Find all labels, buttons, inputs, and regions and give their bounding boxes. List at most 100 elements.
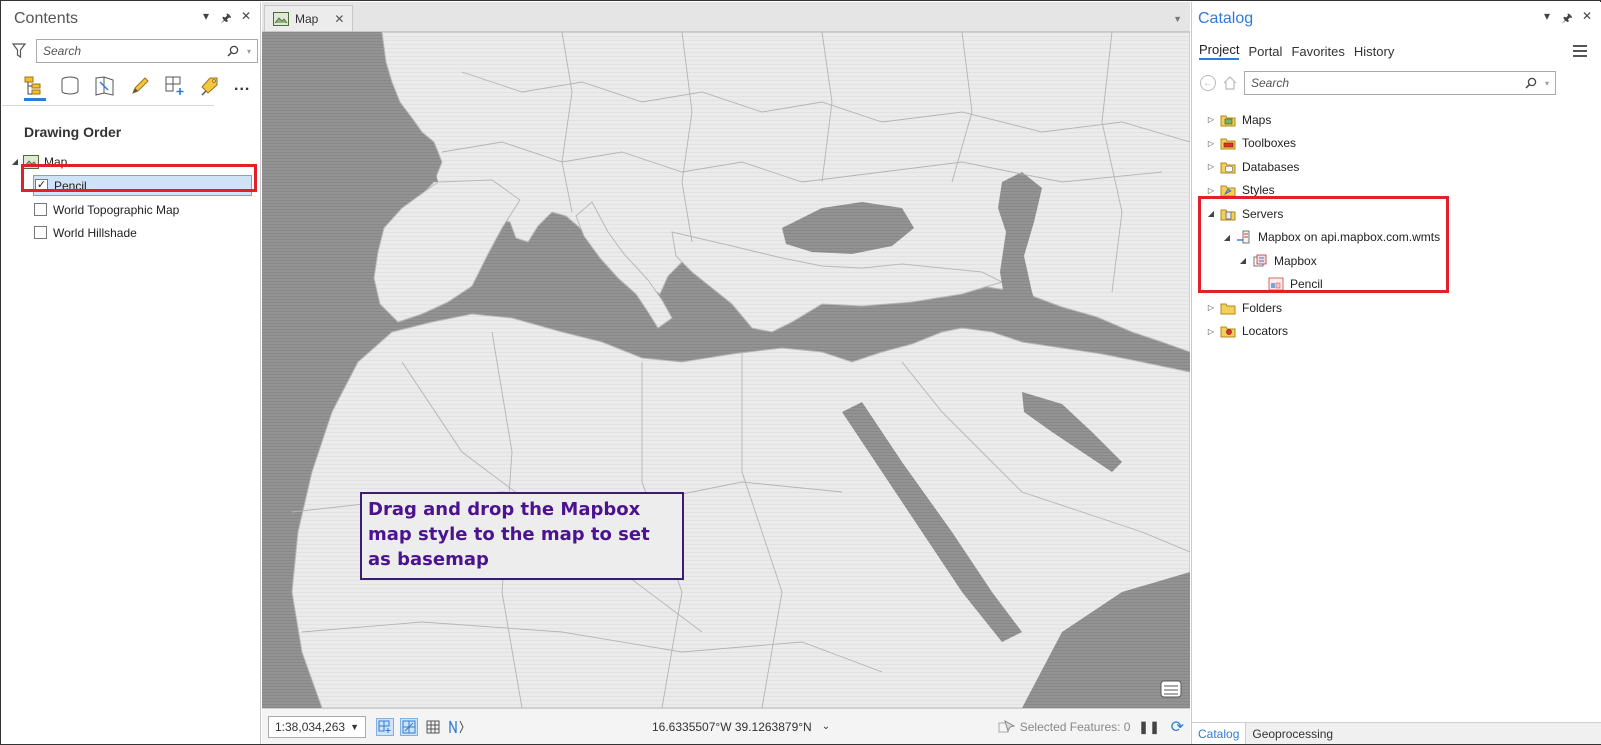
selection-features-icon	[998, 719, 1016, 732]
catalog-item-folders[interactable]: ▷ Folders	[1192, 296, 1601, 320]
tab-catalog[interactable]: Catalog	[1192, 723, 1247, 744]
expand-arrow-icon[interactable]: ▷	[1202, 162, 1220, 171]
contents-header: Contents ▾ 🖈︎ ✕	[2, 2, 260, 36]
expand-arrow-icon[interactable]: ▷	[1202, 139, 1220, 148]
tab-favorites[interactable]: Favorites	[1291, 44, 1344, 59]
hamburger-menu-icon[interactable]	[1573, 42, 1587, 60]
catalog-item-toolboxes[interactable]: ▷ Toolboxes	[1192, 132, 1601, 156]
maps-folder-icon	[1220, 115, 1236, 127]
filter-icon[interactable]	[12, 43, 26, 59]
selected-features[interactable]: Selected Features: 0	[998, 719, 1131, 734]
pin-icon[interactable]: 🖈︎	[1561, 9, 1573, 30]
list-by-editing-button[interactable]	[129, 74, 151, 98]
selected-features-label: Selected Features: 0	[1019, 719, 1131, 734]
tab-map-label: Map	[295, 11, 319, 26]
search-icon[interactable]	[227, 45, 239, 57]
search-options-icon[interactable]: ▾	[247, 47, 251, 56]
refresh-icon[interactable]: ⟳	[1171, 717, 1184, 737]
grid-snap-toggle[interactable]	[400, 717, 418, 736]
pencil-icon	[132, 76, 149, 94]
list-by-drawing-order-button[interactable]	[24, 71, 46, 101]
expand-arrow-icon[interactable]: ▷	[1202, 303, 1220, 312]
instruction-callout: Drag and drop the Mapbox map style to th…	[360, 492, 684, 580]
catalog-search-box[interactable]: ▾	[1244, 71, 1556, 95]
pane-bottom-tabs: Catalog Geoprocessing	[1192, 722, 1601, 744]
more-tools-button[interactable]: ...	[234, 74, 250, 98]
north-arrow-icon	[449, 720, 464, 733]
tab-history[interactable]: History	[1354, 44, 1394, 59]
catalog-item-label: Databases	[1242, 159, 1300, 174]
map-canvas[interactable]: Drag and drop the Mapbox map style to th…	[262, 32, 1190, 708]
folder-icon	[1220, 303, 1236, 315]
back-icon[interactable]: ←	[1200, 75, 1216, 91]
coordinate-readout[interactable]: 16.6335507°W 39.1263879°N ⌄	[652, 720, 830, 734]
expand-arrow-icon[interactable]: ◢	[10, 157, 20, 166]
search-icon[interactable]	[1525, 77, 1537, 89]
tab-project[interactable]: Project	[1199, 42, 1240, 60]
snapping-icon	[165, 76, 184, 95]
chevron-down-icon[interactable]: ⌄	[822, 721, 830, 732]
pause-drawing-button[interactable]: ❚❚	[1138, 720, 1160, 734]
more-tools-label: ...	[234, 76, 251, 94]
layer-row-world-hillshade[interactable]: World Hillshade	[2, 221, 260, 244]
catalog-title: Catalog	[1198, 10, 1254, 27]
contents-pane: Contents ▾ 🖈︎ ✕ ▾	[2, 2, 261, 744]
expand-arrow-icon[interactable]: ▷	[1202, 115, 1220, 124]
tab-map[interactable]: Map ✕	[264, 5, 354, 31]
highlight-box-servers	[1198, 196, 1449, 293]
map-status-bar: 1:38,034,263 ▼ 16.6335507°W 39.1263879°N	[262, 708, 1190, 744]
contents-search-input[interactable]	[43, 44, 227, 58]
close-icon[interactable]: ✕	[240, 9, 252, 30]
snapping-icon	[378, 720, 391, 733]
catalog-item-locators[interactable]: ▷ Locators	[1192, 320, 1601, 344]
tab-geoprocessing[interactable]: Geoprocessing	[1246, 723, 1339, 744]
database-icon	[61, 76, 79, 95]
snapping-toggle[interactable]	[376, 717, 394, 736]
list-by-snapping-button[interactable]	[164, 74, 186, 98]
catalog-header: Catalog ▾ 🖈︎ ✕	[1192, 2, 1601, 36]
scale-value: 1:38,034,263	[275, 719, 346, 734]
tab-list-icon[interactable]: ▼	[1173, 14, 1182, 24]
expand-arrow-icon[interactable]: ▷	[1202, 186, 1220, 195]
grid-toggle[interactable]	[424, 718, 442, 736]
catalog-search-input[interactable]	[1251, 76, 1525, 90]
pane-menu-icon[interactable]: ▾	[200, 9, 212, 30]
contents-title: Contents	[14, 10, 79, 27]
search-options-icon[interactable]: ▾	[1545, 79, 1549, 88]
catalog-item-databases[interactable]: ▷ Databases	[1192, 155, 1601, 179]
catalog-item-maps[interactable]: ▷ Maps	[1192, 108, 1601, 132]
app-window: Contents ▾ 🖈︎ ✕ ▾	[0, 0, 1601, 745]
close-tab-icon[interactable]: ✕	[334, 12, 344, 26]
list-by-labeling-button[interactable]	[199, 74, 221, 98]
catalog-item-label: Locators	[1242, 324, 1289, 339]
layer-label: World Topographic Map	[53, 202, 180, 217]
layer-visibility-checkbox[interactable]	[34, 203, 47, 216]
expand-arrow-icon[interactable]: ▷	[1202, 327, 1220, 336]
chevron-down-icon[interactable]: ▼	[350, 722, 359, 732]
layer-visibility-checkbox[interactable]	[34, 226, 47, 239]
north-arrow-toggle[interactable]	[448, 718, 466, 736]
contents-search-box[interactable]: ▾	[36, 39, 258, 63]
pin-icon[interactable]: 🖈︎	[220, 9, 232, 30]
basemap-drawing	[262, 32, 1190, 708]
map-view: Map ✕ ▼ Drag and drop the Mapbox map sty…	[262, 2, 1190, 744]
catalog-item-label: Maps	[1242, 112, 1272, 127]
layer-label: World Hillshade	[53, 225, 137, 240]
layer-row-world-topographic-map[interactable]: World Topographic Map	[2, 198, 260, 221]
map-icon	[273, 11, 289, 26]
home-icon[interactable]	[1222, 75, 1238, 91]
close-icon[interactable]: ✕	[1581, 9, 1593, 30]
list-by-source-button[interactable]	[59, 74, 81, 98]
catalog-tabs: Project Portal Favorites History	[1192, 36, 1601, 66]
callout-text: Drag and drop the Mapbox map style to th…	[368, 499, 650, 570]
tab-portal[interactable]: Portal	[1248, 44, 1282, 59]
list-by-selection-button[interactable]	[94, 74, 116, 98]
locators-folder-icon	[1220, 326, 1236, 338]
pane-menu-icon[interactable]: ▾	[1541, 9, 1553, 30]
map-navigator-icon[interactable]	[1160, 680, 1182, 698]
grid-icon	[426, 720, 440, 733]
catalog-item-label: Toolboxes	[1242, 136, 1297, 151]
scale-selector[interactable]: 1:38,034,263 ▼	[268, 715, 366, 738]
catalog-item-label: Folders	[1242, 300, 1283, 315]
coordinate-text: 16.6335507°W 39.1263879°N	[652, 719, 812, 734]
